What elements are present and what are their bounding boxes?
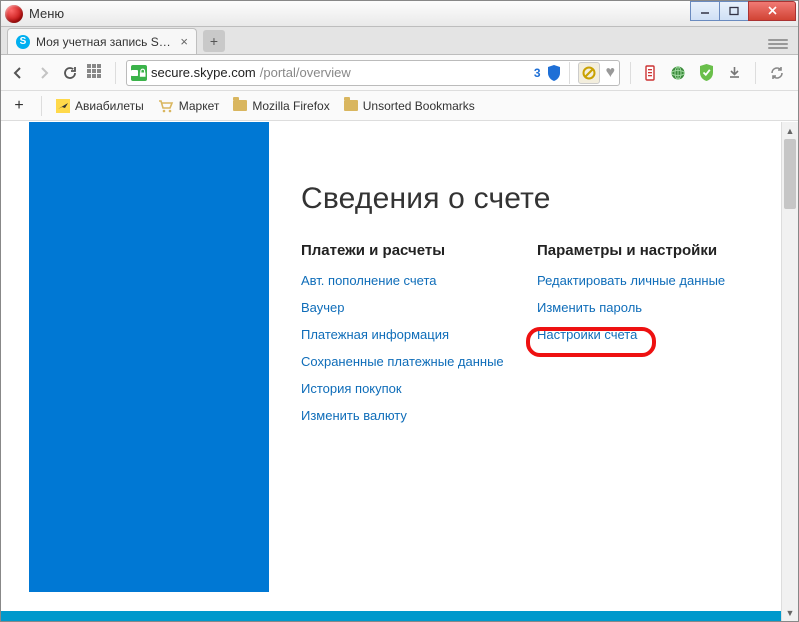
bookmark-label: Mozilla Firefox: [252, 99, 329, 113]
link-account-settings[interactable]: Настройки счета: [537, 327, 747, 342]
folder-icon: [344, 100, 358, 111]
menu-button[interactable]: Меню: [29, 6, 64, 21]
link-auto-recharge[interactable]: Авт. пополнение счета: [301, 273, 511, 288]
plane-icon: [56, 99, 70, 113]
shield-green-icon[interactable]: [697, 64, 715, 82]
bookmark-avia[interactable]: Авиабилеты: [56, 99, 144, 113]
bookmark-label: Unsorted Bookmarks: [363, 99, 475, 113]
page-content: Сведения о счете Платежи и расчеты Авт. …: [1, 122, 781, 621]
globe-icon[interactable]: [669, 64, 687, 82]
tab-close-icon[interactable]: ×: [180, 34, 188, 49]
url-host: secure.skype.com: [151, 65, 256, 80]
link-payment-info[interactable]: Платежная информация: [301, 327, 511, 342]
forward-button[interactable]: [35, 64, 53, 82]
block-toggle[interactable]: [578, 62, 600, 84]
link-change-currency[interactable]: Изменить валюту: [301, 408, 511, 423]
url-path: /portal/overview: [260, 65, 351, 80]
tab-strip: S Моя учетная запись Skyp × +: [1, 27, 798, 55]
new-tab-button[interactable]: +: [203, 30, 225, 52]
bookmark-label: Маркет: [179, 99, 220, 113]
close-button[interactable]: [748, 1, 796, 21]
separator: [115, 62, 116, 84]
scroll-up-icon[interactable]: ▲: [782, 122, 798, 139]
back-button[interactable]: [9, 64, 27, 82]
bookmark-market[interactable]: Маркет: [158, 99, 220, 113]
sync-icon[interactable]: [768, 64, 786, 82]
column-title: Параметры и настройки: [537, 242, 747, 259]
link-purchase-history[interactable]: История покупок: [301, 381, 511, 396]
footer-stripe: [1, 607, 781, 621]
download-icon[interactable]: [725, 64, 743, 82]
reload-button[interactable]: [61, 64, 79, 82]
blocked-count: 3: [534, 66, 541, 80]
scroll-thumb[interactable]: [784, 139, 796, 209]
opera-icon: [5, 5, 23, 23]
speed-dial-icon[interactable]: [87, 64, 105, 82]
shield-icon[interactable]: [547, 65, 561, 81]
panel-toggle-icon[interactable]: [768, 38, 788, 50]
folder-icon: [233, 100, 247, 111]
cart-icon: [158, 99, 174, 113]
link-change-password[interactable]: Изменить пароль: [537, 300, 747, 315]
column-title: Платежи и расчеты: [301, 242, 511, 259]
skype-favicon-icon: S: [16, 35, 30, 49]
minimize-button[interactable]: [690, 1, 720, 21]
link-edit-profile[interactable]: Редактировать личные данные: [537, 273, 747, 288]
viewport: Сведения о счете Платежи и расчеты Авт. …: [1, 122, 798, 621]
window-controls: [690, 1, 796, 21]
bookmark-heart-icon[interactable]: ♥: [606, 64, 616, 82]
bookmarks-bar: + Авиабилеты Маркет Mozilla Firefox Unso…: [1, 91, 798, 121]
tab-title: Моя учетная запись Skyp: [36, 35, 174, 49]
add-bookmark-button[interactable]: +: [11, 98, 27, 114]
bookmark-mozilla[interactable]: Mozilla Firefox: [233, 99, 329, 113]
page-heading: Сведения о счете: [301, 182, 761, 216]
active-tab[interactable]: S Моя учетная запись Skyp ×: [7, 28, 197, 54]
payments-column: Платежи и расчеты Авт. пополнение счета …: [301, 242, 511, 435]
vertical-scrollbar[interactable]: ▲ ▼: [781, 122, 798, 621]
extension-icons: [641, 62, 790, 84]
bookmark-label: Авиабилеты: [75, 99, 144, 113]
skype-sidebar-panel: [29, 122, 269, 592]
window-title-bar: Меню: [1, 1, 798, 27]
address-bar[interactable]: secure.skype.com/portal/overview 3 ♥: [126, 60, 620, 86]
settings-column: Параметры и настройки Редактировать личн…: [537, 242, 747, 435]
toolbar: secure.skype.com/portal/overview 3 ♥: [1, 55, 798, 91]
link-saved-payment[interactable]: Сохраненные платежные данные: [301, 354, 511, 369]
extension-1-icon[interactable]: [641, 64, 659, 82]
bookmark-unsorted[interactable]: Unsorted Bookmarks: [344, 99, 475, 113]
lock-icon: [131, 65, 147, 81]
link-voucher[interactable]: Ваучер: [301, 300, 511, 315]
maximize-button[interactable]: [719, 1, 749, 21]
scroll-down-icon[interactable]: ▼: [782, 604, 798, 621]
